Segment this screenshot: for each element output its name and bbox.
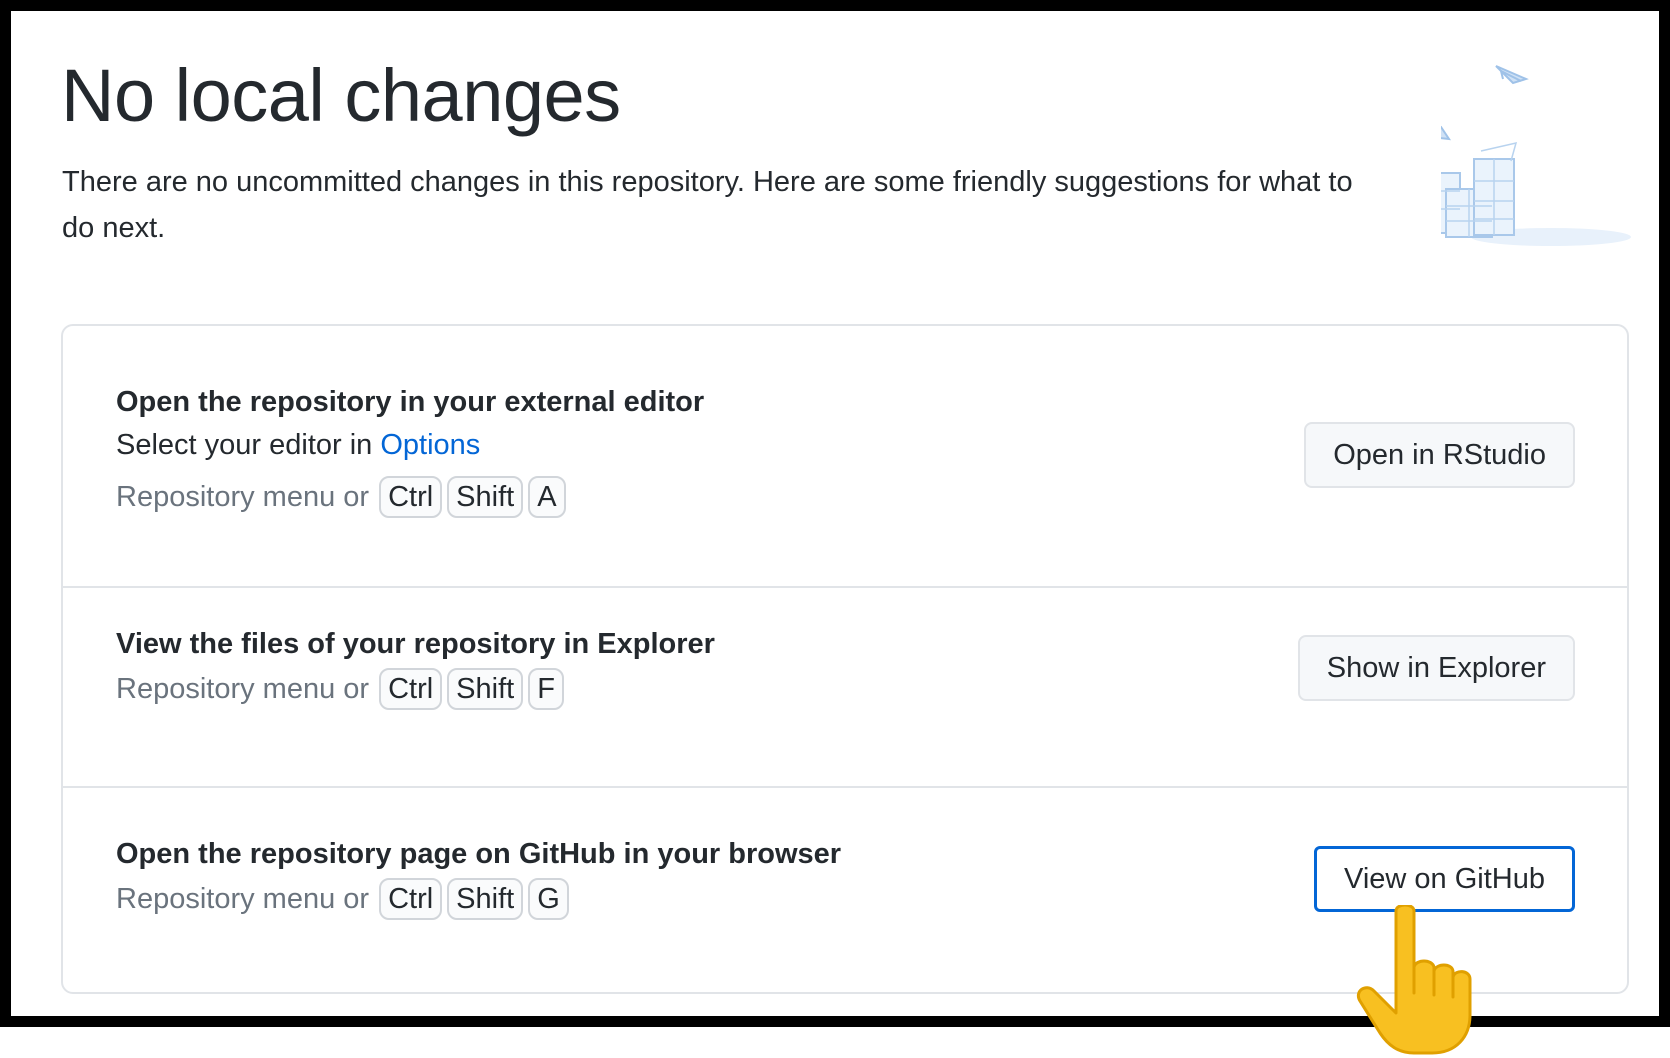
- keyboard-shortcut: Repository menu or Ctrl Shift G: [116, 878, 574, 920]
- view-on-github-button[interactable]: View on GitHub: [1314, 846, 1575, 912]
- open-in-editor-button[interactable]: Open in RStudio: [1304, 422, 1575, 488]
- suggestion-title: Open the repository page on GitHub in yo…: [116, 838, 842, 870]
- key-ctrl: Ctrl: [379, 476, 443, 518]
- key-shift: Shift: [447, 878, 524, 920]
- page-title: No local changes: [61, 54, 621, 137]
- key-shift: Shift: [447, 476, 524, 518]
- key-shift: Shift: [447, 668, 524, 710]
- key-f: F: [528, 668, 564, 710]
- options-link[interactable]: Options: [380, 429, 480, 461]
- shortcut-prefix: Repository menu or: [116, 480, 370, 513]
- suggestions-card: Open the repository in your external edi…: [61, 324, 1629, 994]
- suggestion-description: Select your editor in Options: [116, 429, 480, 462]
- pointing-hand-icon: [1357, 905, 1472, 1055]
- suggestion-title: Open the repository in your external edi…: [116, 386, 705, 418]
- suggestion-row-explorer: View the files of your repository in Exp…: [63, 588, 1627, 788]
- key-ctrl: Ctrl: [379, 878, 443, 920]
- key-g: G: [528, 878, 569, 920]
- keyboard-shortcut: Repository menu or Ctrl Shift F: [116, 668, 569, 710]
- shortcut-prefix: Repository menu or: [116, 672, 370, 705]
- shortcut-prefix: Repository menu or: [116, 882, 370, 915]
- key-a: A: [528, 476, 566, 518]
- suggestion-title: View the files of your repository in Exp…: [116, 628, 715, 660]
- keyboard-shortcut: Repository menu or Ctrl Shift A: [116, 476, 571, 518]
- description-text: Select your editor in: [116, 429, 381, 461]
- page-subtitle: There are no uncommitted changes in this…: [62, 166, 1353, 244]
- show-in-explorer-button[interactable]: Show in Explorer: [1297, 635, 1575, 701]
- suggestion-row-editor: Open the repository in your external edi…: [63, 326, 1627, 588]
- app-frame: No local changes There are no uncommitte…: [0, 0, 1670, 1027]
- key-ctrl: Ctrl: [379, 668, 443, 710]
- empty-boxes-illustration-icon: [1441, 65, 1631, 246]
